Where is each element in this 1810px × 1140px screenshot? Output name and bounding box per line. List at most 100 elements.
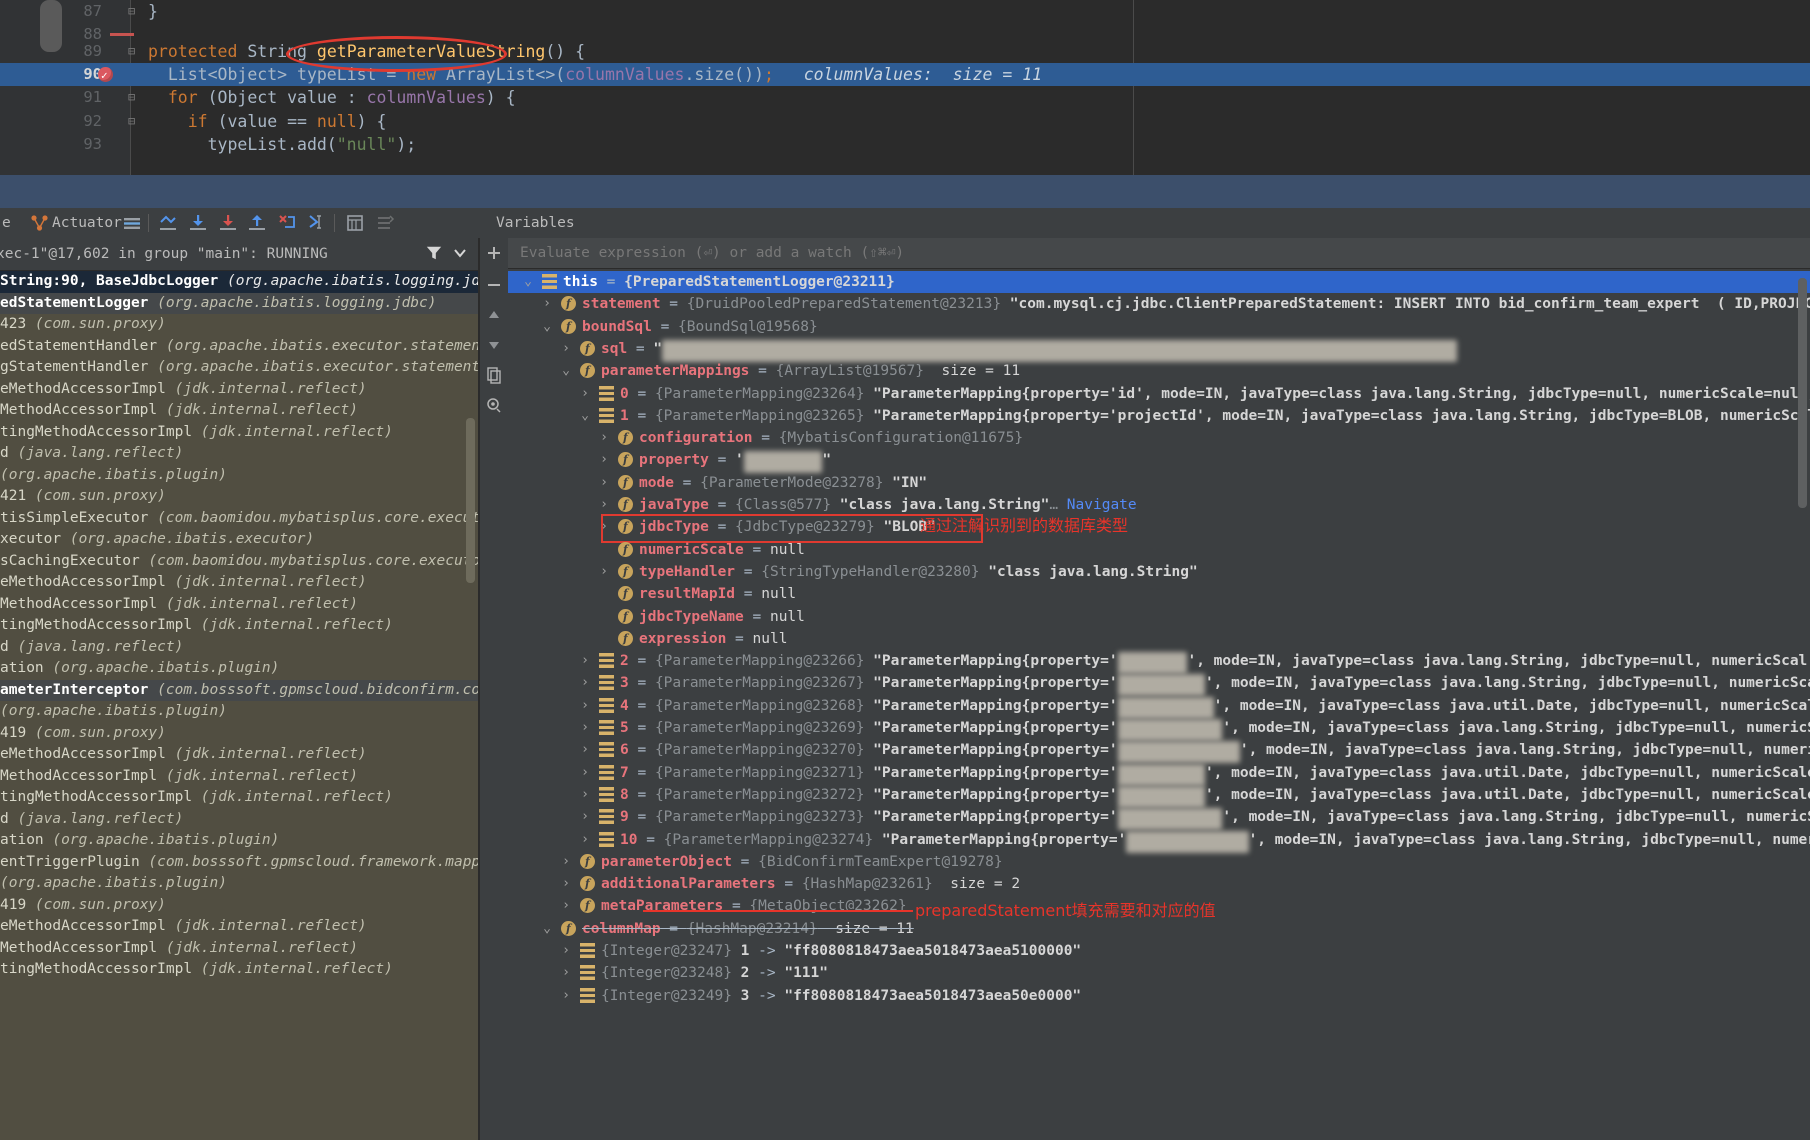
frame-item[interactable]: ameterInterceptor (com.bosssoft.gpmsclou… bbox=[0, 679, 478, 701]
fold-gutter-icon[interactable]: ⊟ bbox=[128, 110, 135, 133]
frame-item[interactable]: 419 (com.sun.proxy) bbox=[0, 895, 478, 917]
variable-row[interactable]: › mode = {ParameterMode@23278} "IN" bbox=[508, 472, 1810, 494]
settings-lines-icon[interactable] bbox=[375, 213, 395, 233]
variable-row[interactable]: › property = 'projectId" bbox=[508, 449, 1810, 474]
frame-item[interactable]: edStatementLogger (org.apache.ibatis.log… bbox=[0, 292, 478, 314]
frame-item[interactable]: MethodAccessorImpl (jdk.internal.reflect… bbox=[0, 594, 478, 616]
fold-gutter-icon[interactable]: ⊟ bbox=[128, 40, 135, 63]
frame-item[interactable]: tingMethodAccessorImpl (jdk.internal.ref… bbox=[0, 959, 478, 981]
frame-item[interactable]: (org.apache.ibatis.plugin) bbox=[0, 465, 478, 487]
show-execution-point-icon[interactable] bbox=[158, 213, 178, 233]
variable-row[interactable]: › typeHandler = {StringTypeHandler@23280}… bbox=[508, 561, 1810, 583]
frame-item[interactable]: tingMethodAccessorImpl (jdk.internal.ref… bbox=[0, 787, 478, 809]
run-to-cursor-icon[interactable] bbox=[307, 213, 327, 233]
breakpoint-icon[interactable] bbox=[98, 64, 113, 87]
evaluate-expression-icon[interactable] bbox=[345, 213, 365, 233]
frame-item[interactable]: entTriggerPlugin (com.bosssoft.gpmscloud… bbox=[0, 852, 478, 874]
code-line[interactable]: 90 List<Object> typeList = new ArrayList… bbox=[0, 63, 1810, 87]
variable-row[interactable]: › 3 = {ParameterMapping@23267} "Parameter… bbox=[508, 672, 1810, 697]
expand-arrow-icon[interactable]: › bbox=[579, 717, 591, 739]
expand-arrow-icon[interactable]: › bbox=[598, 494, 610, 516]
collapse-arrow-icon[interactable]: ⌄ bbox=[560, 360, 572, 382]
frame-item[interactable]: tisSimpleExecutor (com.baomidou.mybatisp… bbox=[0, 508, 478, 530]
layout-lines-icon[interactable] bbox=[122, 213, 142, 233]
expand-arrow-icon[interactable]: › bbox=[598, 449, 610, 471]
code-line[interactable]: 92 ⊟ if (value == null) { bbox=[0, 110, 1810, 133]
frame-item[interactable]: eMethodAccessorImpl (jdk.internal.reflec… bbox=[0, 379, 478, 401]
variable-row[interactable]: › {Integer@23247} 1 -> "ff8080818473aea50… bbox=[508, 940, 1810, 962]
variable-row[interactable]: expression = null bbox=[508, 628, 1810, 650]
expand-arrow-icon[interactable]: › bbox=[579, 739, 591, 761]
frame-item[interactable]: MethodAccessorImpl (jdk.internal.reflect… bbox=[0, 766, 478, 788]
variable-row[interactable]: ⌄ boundSql = {BoundSql@19568} bbox=[508, 316, 1810, 338]
frame-item[interactable]: d (java.lang.reflect) bbox=[0, 809, 478, 831]
code-line[interactable]: 91 ⊟ for (Object value : columnValues) { bbox=[0, 86, 1810, 109]
expand-arrow-icon[interactable]: › bbox=[579, 672, 591, 694]
frame-item[interactable]: ation (org.apache.ibatis.plugin) bbox=[0, 830, 478, 852]
variable-row[interactable]: › 10 = {ParameterMapping@23274} "Paramete… bbox=[508, 829, 1810, 853]
expand-arrow-icon[interactable]: › bbox=[560, 985, 572, 1007]
frame-item[interactable]: d (java.lang.reflect) bbox=[0, 443, 478, 465]
expand-arrow-icon[interactable]: › bbox=[598, 516, 610, 538]
code-line[interactable]: 89 ⊟ protected String getParameterValueStr… bbox=[0, 40, 1810, 63]
step-into-icon[interactable] bbox=[218, 213, 238, 233]
frame-item[interactable]: edStatementHandler (org.apache.ibatis.ex… bbox=[0, 336, 478, 358]
variable-row[interactable]: › 9 = {ParameterMapping@23273} "Parameter… bbox=[508, 806, 1810, 831]
evaluate-expression-placeholder[interactable]: Evaluate expression (⏎) or add a watch (… bbox=[520, 238, 904, 268]
frame-item[interactable]: 423 (com.sun.proxy) bbox=[0, 314, 478, 336]
frames-toolbar[interactable]: xec-1"@17,602 in group "main": RUNNING bbox=[0, 238, 478, 271]
chevron-down-icon[interactable] bbox=[452, 246, 468, 260]
frame-item[interactable]: 419 (com.sun.proxy) bbox=[0, 723, 478, 745]
expand-arrow-icon[interactable]: › bbox=[560, 962, 572, 984]
actuator-label[interactable]: Actuator bbox=[52, 208, 122, 238]
expand-arrow-icon[interactable]: › bbox=[541, 293, 553, 315]
variable-row[interactable]: › 6 = {ParameterMapping@23270} "Parameter… bbox=[508, 739, 1810, 764]
evaluate-expression-bar[interactable]: Evaluate expression (⏎) or add a watch (… bbox=[508, 238, 1810, 269]
actuator-icon[interactable] bbox=[30, 213, 50, 233]
frame-item[interactable]: MethodAccessorImpl (jdk.internal.reflect… bbox=[0, 400, 478, 422]
frame-item[interactable]: tingMethodAccessorImpl (jdk.internal.ref… bbox=[0, 615, 478, 637]
variable-row[interactable]: ⌄ parameterMappings = {ArrayList@19567} s… bbox=[508, 360, 1810, 382]
code-line[interactable]: 87 ⊟} bbox=[0, 0, 1810, 23]
variable-row[interactable]: ⌄ this = {PreparedStatementLogger@23211} bbox=[508, 271, 1810, 293]
add-watch-icon[interactable] bbox=[485, 244, 503, 262]
expand-arrow-icon[interactable]: › bbox=[560, 873, 572, 895]
variable-row[interactable]: › 8 = {ParameterMapping@23272} "Parameter… bbox=[508, 784, 1810, 808]
frames-panel[interactable]: xec-1"@17,602 in group "main": RUNNING S… bbox=[0, 238, 478, 1140]
step-out-icon[interactable] bbox=[247, 213, 267, 233]
tab-label-partial[interactable]: e bbox=[2, 208, 11, 238]
variable-row[interactable]: › 2 = {ParameterMapping@23266} "Parameter… bbox=[508, 650, 1810, 675]
variables-side-toolbar[interactable] bbox=[480, 238, 508, 1140]
frame-item[interactable]: 421 (com.sun.proxy) bbox=[0, 486, 478, 508]
expand-arrow-icon[interactable]: › bbox=[560, 940, 572, 962]
collapse-arrow-icon[interactable]: ⌄ bbox=[522, 271, 534, 293]
collapse-arrow-icon[interactable]: ⌄ bbox=[541, 316, 553, 338]
frame-item[interactable]: MethodAccessorImpl (jdk.internal.reflect… bbox=[0, 938, 478, 960]
expand-arrow-icon[interactable]: › bbox=[598, 427, 610, 449]
frame-item[interactable]: (org.apache.ibatis.plugin) bbox=[0, 873, 478, 895]
fold-gutter-icon[interactable]: ⊟ bbox=[128, 86, 135, 109]
frame-item[interactable]: (org.apache.ibatis.plugin) bbox=[0, 701, 478, 723]
thread-selector[interactable]: xec-1"@17,602 in group "main": RUNNING bbox=[0, 238, 474, 270]
expand-arrow-icon[interactable]: › bbox=[579, 784, 591, 806]
variable-row[interactable]: numericScale = null bbox=[508, 539, 1810, 561]
expand-arrow-icon[interactable]: › bbox=[579, 650, 591, 672]
variable-row[interactable]: › 0 = {ParameterMapping@23264} "Parameter… bbox=[508, 383, 1810, 405]
variable-row[interactable]: › {Integer@23248} 2 -> "111" bbox=[508, 962, 1810, 984]
tool-window-tabstrip[interactable] bbox=[0, 175, 1810, 208]
expand-arrow-icon[interactable]: › bbox=[598, 472, 610, 494]
frame-item[interactable]: ation (org.apache.ibatis.plugin) bbox=[0, 658, 478, 680]
variable-row[interactable]: › javaType = {Class@577} "class java.lang… bbox=[508, 494, 1810, 516]
expand-arrow-icon[interactable]: › bbox=[560, 338, 572, 360]
variable-row[interactable]: › parameterObject = {BidConfirmTeamExpert… bbox=[508, 851, 1810, 873]
variables-scrollbar-thumb[interactable] bbox=[1798, 278, 1807, 508]
frame-item[interactable]: d (java.lang.reflect) bbox=[0, 637, 478, 659]
expand-arrow-icon[interactable]: › bbox=[579, 762, 591, 784]
frame-item[interactable]: tingMethodAccessorImpl (jdk.internal.ref… bbox=[0, 422, 478, 444]
code-line[interactable]: 93 typeList.add("null"); bbox=[0, 133, 1810, 156]
variable-row[interactable]: jdbcTypeName = null bbox=[508, 606, 1810, 628]
code-editor[interactable]: 87 ⊟} 88 89 ⊟ protected String getParameterVa… bbox=[0, 0, 1810, 175]
expand-arrow-icon[interactable]: › bbox=[579, 829, 591, 851]
expand-arrow-icon[interactable]: › bbox=[579, 383, 591, 405]
variable-row[interactable]: › jdbcType = {JdbcType@23279} "BLOB" bbox=[508, 516, 1810, 538]
